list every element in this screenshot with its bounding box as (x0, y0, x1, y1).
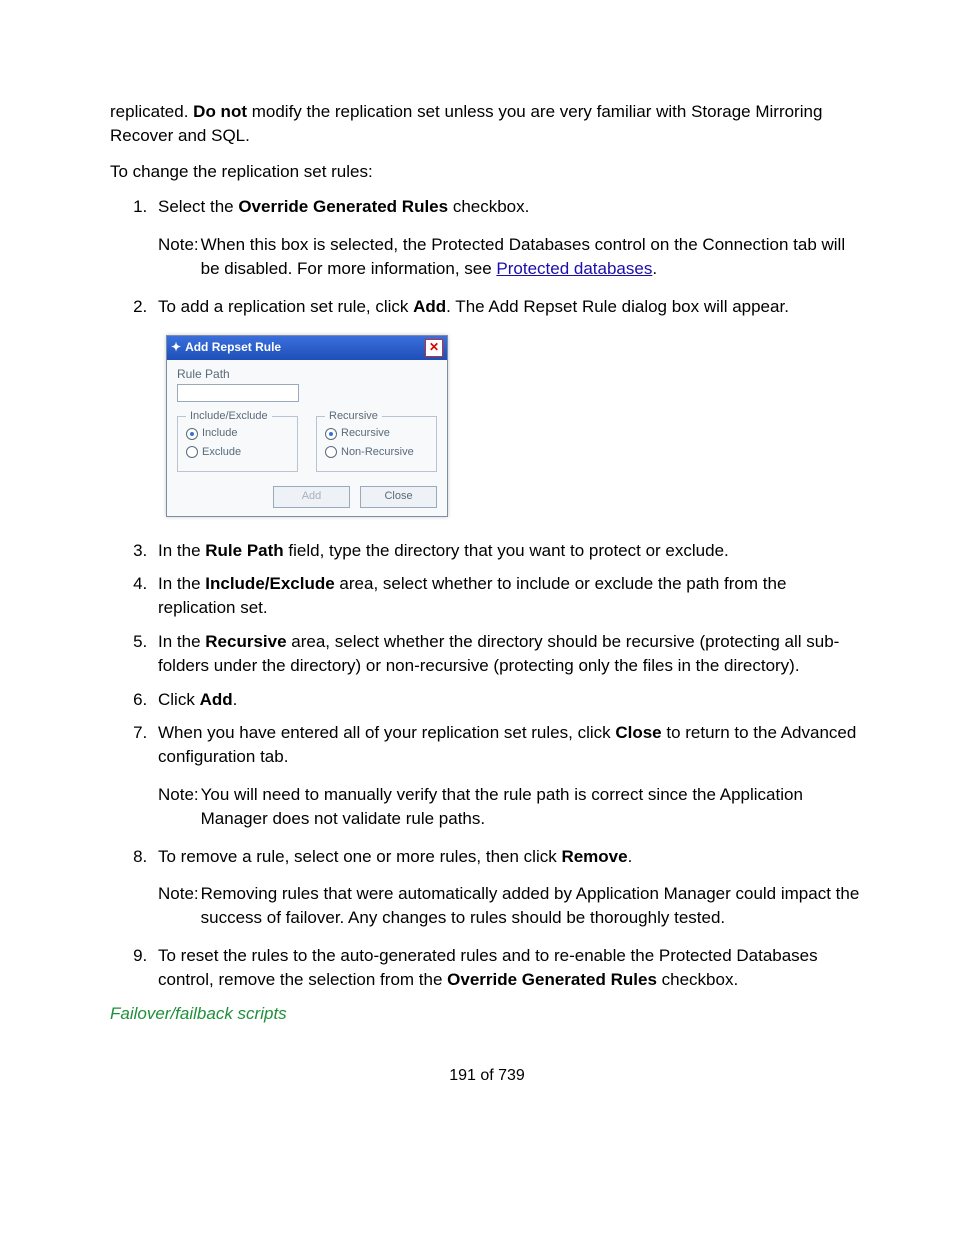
note-text: Removing rules that were automatically a… (201, 882, 864, 930)
step-6: Click Add. (152, 688, 864, 712)
step-1: Select the Override Generated Rules chec… (152, 195, 864, 280)
dialog-titlebar: ✦ Add Repset Rule ✕ (167, 336, 447, 360)
page-number: 191 of 739 (110, 1065, 864, 1087)
non-recursive-radio[interactable]: Non-Recursive (325, 445, 428, 460)
close-button[interactable]: Close (360, 486, 437, 507)
close-icon[interactable]: ✕ (425, 339, 443, 357)
text: . (628, 847, 633, 866)
radio-label: Exclude (202, 445, 241, 460)
section-heading-failover: Failover/failback scripts (110, 1002, 864, 1026)
bold-text: Add (413, 297, 446, 316)
bold-text: Include/Exclude (205, 574, 334, 593)
text: In the (158, 541, 205, 560)
text: . The Add Repset Rule dialog box will ap… (446, 297, 789, 316)
radio-label: Recursive (341, 426, 390, 441)
radio-icon (325, 446, 337, 458)
text: checkbox. (657, 970, 738, 989)
app-icon: ✦ (171, 339, 181, 356)
note-3: Note: Removing rules that were automatic… (158, 882, 864, 930)
note-1: Note: When this box is selected, the Pro… (158, 233, 864, 281)
step-7: When you have entered all of your replic… (152, 721, 864, 830)
bold-text: Override Generated Rules (238, 197, 448, 216)
text: In the (158, 574, 205, 593)
radio-label: Include (202, 426, 237, 441)
dialog-title-text: Add Repset Rule (185, 339, 281, 356)
dialog-screenshot: ✦ Add Repset Rule ✕ Rule Path Include/Ex… (166, 335, 864, 517)
include-exclude-group: Include/Exclude Include Exclude (177, 416, 298, 472)
group-legend: Include/Exclude (186, 409, 272, 424)
recursive-group: Recursive Recursive Non-Recursive (316, 416, 437, 472)
text: replicated. (110, 102, 193, 121)
step-2: To add a replication set rule, click Add… (152, 295, 864, 517)
group-legend: Recursive (325, 409, 382, 424)
bold-text: Add (200, 690, 233, 709)
intro-paragraph-1: replicated. Do not modify the replicatio… (110, 100, 864, 148)
text: Select the (158, 197, 238, 216)
step-3: In the Rule Path field, type the directo… (152, 539, 864, 563)
step-8: To remove a rule, select one or more rul… (152, 845, 864, 930)
add-repset-rule-dialog: ✦ Add Repset Rule ✕ Rule Path Include/Ex… (166, 335, 448, 517)
rule-path-input[interactable] (177, 384, 299, 402)
note-label: Note: (158, 233, 199, 257)
text: To remove a rule, select one or more rul… (158, 847, 561, 866)
add-button[interactable]: Add (273, 486, 350, 507)
dialog-buttons: Add Close (167, 480, 447, 515)
text: Click (158, 690, 200, 709)
step-4: In the Include/Exclude area, select whet… (152, 572, 864, 620)
text: checkbox. (448, 197, 529, 216)
dialog-body: Rule Path Include/Exclude Include Exclud… (167, 360, 447, 481)
text: field, type the directory that you want … (284, 541, 729, 560)
text: When you have entered all of your replic… (158, 723, 615, 742)
note-text: When this box is selected, the Protected… (201, 233, 864, 281)
bold-text: Override Generated Rules (447, 970, 657, 989)
protected-databases-link[interactable]: Protected databases (496, 259, 652, 278)
recursive-radio[interactable]: Recursive (325, 426, 428, 441)
bold-text: Recursive (205, 632, 286, 651)
bold-text: Close (615, 723, 661, 742)
bold-text: Do not (193, 102, 247, 121)
radio-icon (186, 446, 198, 458)
text: . (233, 690, 238, 709)
note-2: Note: You will need to manually verify t… (158, 783, 864, 831)
text: In the (158, 632, 205, 651)
step-9: To reset the rules to the auto-generated… (152, 944, 864, 992)
note-label: Note: (158, 882, 199, 906)
note-label: Note: (158, 783, 199, 807)
step-5: In the Recursive area, select whether th… (152, 630, 864, 678)
exclude-radio[interactable]: Exclude (186, 445, 289, 460)
intro-paragraph-2: To change the replication set rules: (110, 160, 864, 184)
include-radio[interactable]: Include (186, 426, 289, 441)
rule-path-label: Rule Path (177, 366, 437, 383)
radio-label: Non-Recursive (341, 445, 414, 460)
bold-text: Rule Path (205, 541, 283, 560)
radio-icon (325, 428, 337, 440)
bold-text: Remove (561, 847, 627, 866)
text: To add a replication set rule, click (158, 297, 413, 316)
note-text: You will need to manually verify that th… (201, 783, 864, 831)
text: . (652, 259, 657, 278)
steps-list: Select the Override Generated Rules chec… (110, 195, 864, 991)
radio-icon (186, 428, 198, 440)
